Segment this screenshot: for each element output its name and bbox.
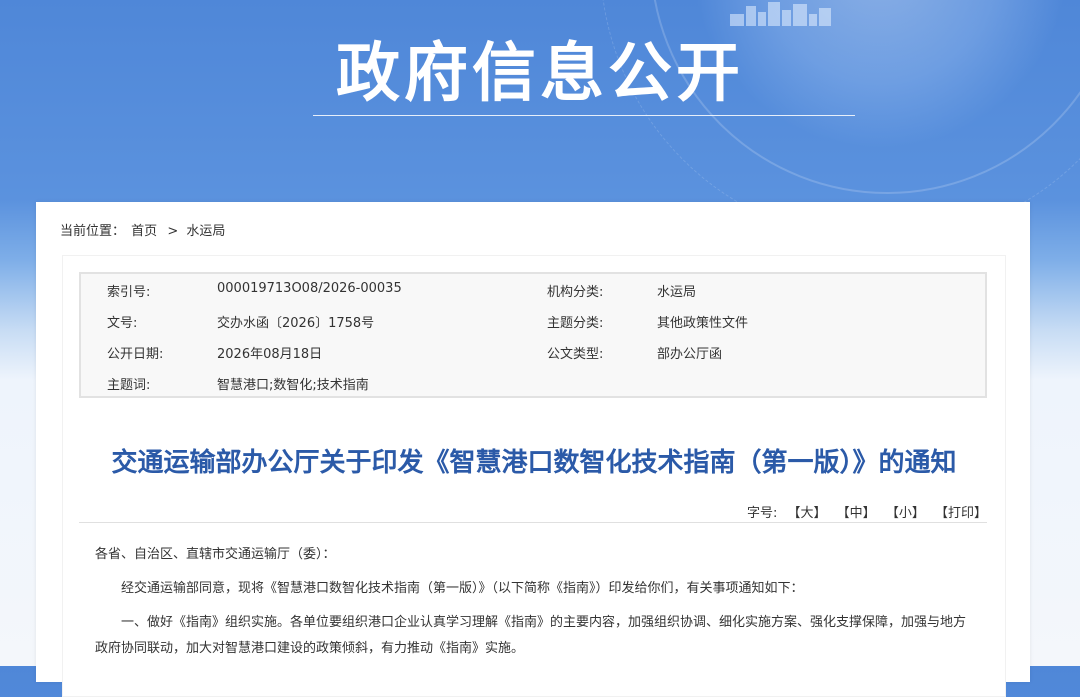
breadcrumb-label: 当前位置： [60,224,126,239]
paragraph: 经交通运输部同意，现将《智慧港口数智化技术指南（第一版）》（以下简称《指南》）印… [121,581,804,596]
header-banner: 政府信息公开 [0,0,1080,210]
type-label: 公文类型: [547,347,604,362]
index-value: 000019713O08/2026-00035 [217,281,402,296]
divider [79,522,987,523]
print-button[interactable]: 【打印】 [935,506,987,521]
keywords-value: 智慧港口;数智化;技术指南 [217,378,369,393]
keywords-label: 主题词: [107,378,151,393]
meta-row: 文号: 交办水函〔2026〕1758号 主题分类: 其他政策性文件 [81,312,985,343]
salutation: 各省、自治区、直辖市交通运输厅（委）： [95,547,336,562]
breadcrumb-home-link[interactable]: 首页 [131,224,157,239]
document-title: 交通运输部办公厅关于印发《智慧港口数智化技术指南（第一版）》的通知 [111,448,957,478]
docno-value: 交办水函〔2026〕1758号 [217,316,375,331]
topic-label: 主题分类: [547,316,604,331]
org-label: 机构分类: [547,285,604,300]
content-panel: 当前位置： 首页 > 水运局 索引号: 000019713O08/2026-00… [36,202,1030,697]
banner-skyline [730,0,930,26]
meta-row: 索引号: 000019713O08/2026-00035 机构分类: 水运局 [81,281,985,312]
document-body: 各省、自治区、直辖市交通运输厅（委）： 经交通运输部同意，现将《智慧港口数智化技… [95,542,977,670]
type-value: 部办公厅函 [657,347,723,362]
document-metadata: 索引号: 000019713O08/2026-00035 机构分类: 水运局 文… [79,272,987,398]
date-value: 2026年08月18日 [217,347,323,362]
font-small-button[interactable]: 【小】 [886,506,925,521]
date-label: 公开日期: [107,347,164,362]
meta-row: 公开日期: 2026年08月18日 公文类型: 部办公厅函 [81,343,985,374]
paragraph: 一、做好《指南》组织实施。各单位要组织港口企业认真学习理解《指南》的主要内容，加… [95,615,967,656]
font-medium-button[interactable]: 【中】 [837,506,876,521]
docno-label: 文号: [107,316,138,331]
topic-value: 其他政策性文件 [657,316,749,331]
index-label: 索引号: [107,285,151,300]
breadcrumb-separator: > [167,224,179,239]
font-size-label: 字号: [746,506,778,521]
font-large-button[interactable]: 【大】 [788,506,827,521]
org-value: 水运局 [657,285,697,300]
page-title: 政府信息公开 [336,37,744,111]
breadcrumb-current-link[interactable]: 水运局 [186,224,225,239]
breadcrumb: 当前位置： 首页 > 水运局 [60,220,227,239]
title-underline [313,115,855,116]
article-container: 索引号: 000019713O08/2026-00035 机构分类: 水运局 文… [62,255,1006,697]
meta-row: 主题词: 智慧港口;数智化;技术指南 [81,374,985,405]
font-size-toolbar: 字号: 【大】 【中】 【小】 【打印】 [747,502,987,521]
